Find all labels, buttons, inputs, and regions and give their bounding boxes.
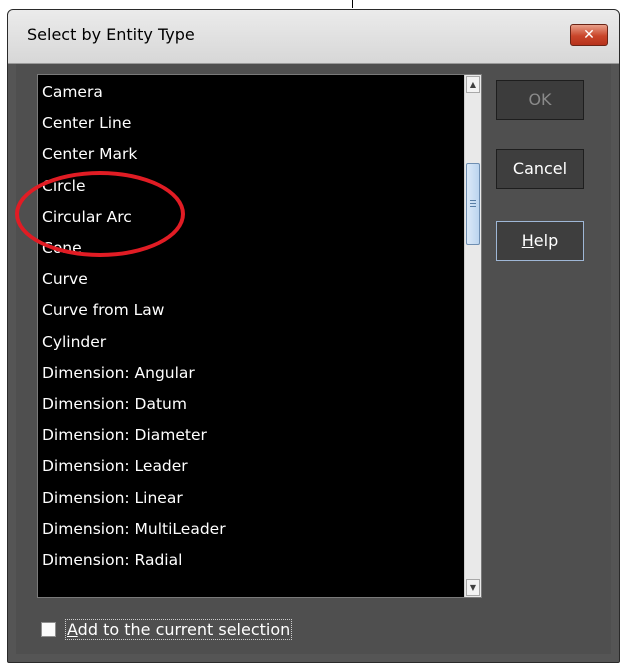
chevron-down-icon: ▼ <box>469 583 477 592</box>
help-label-rest: elp <box>533 231 559 250</box>
add-to-selection-label[interactable]: Add to the current selection <box>65 619 293 640</box>
help-button[interactable]: Help <box>496 221 584 261</box>
scrollbar-thumb[interactable] <box>466 163 480 245</box>
list-item[interactable]: Cylinder <box>42 327 106 357</box>
list-item[interactable]: Curve from Law <box>42 295 164 325</box>
entity-type-list[interactable]: Camera Center Line Center Mark Circle Circul… <box>37 74 482 598</box>
help-mnemonic: H <box>521 231 534 250</box>
list-item[interactable]: Dimension: Radial <box>42 545 182 575</box>
list-item[interactable]: Dimension: Diameter <box>42 420 207 450</box>
scroll-down-button[interactable]: ▼ <box>466 579 480 596</box>
thumb-grip-line <box>470 206 476 207</box>
list-item[interactable]: Circular Arc <box>42 202 132 232</box>
close-icon: ✕ <box>583 27 595 43</box>
list-item[interactable]: Dimension: Datum <box>42 389 187 419</box>
dialog-title: Select by Entity Type <box>27 25 195 44</box>
list-item[interactable]: Circle <box>42 171 86 201</box>
list-item[interactable]: Dimension: Angular <box>42 358 195 388</box>
list-item[interactable]: Cone <box>42 233 82 263</box>
dialog-body: Camera Center Line Center Mark Circle Circul… <box>16 64 611 654</box>
list-item[interactable]: Dimension: Linear <box>42 483 183 513</box>
chevron-up-icon: ▲ <box>469 80 477 89</box>
cancel-button[interactable]: Cancel <box>496 149 584 189</box>
close-button[interactable]: ✕ <box>570 24 608 46</box>
list-item[interactable]: Curve <box>42 264 88 294</box>
list-item[interactable]: Dimension: MultiLeader <box>42 514 226 544</box>
title-bar: Select by Entity Type ✕ <box>8 10 619 64</box>
background-line <box>352 0 353 8</box>
scroll-up-button[interactable]: ▲ <box>466 76 480 93</box>
add-to-selection-checkbox[interactable] <box>41 622 56 637</box>
label-mnemonic: A <box>67 620 78 639</box>
thumb-grip-line <box>470 203 476 204</box>
list-item[interactable]: Center Mark <box>42 139 137 169</box>
thumb-grip-line <box>470 200 476 201</box>
select-by-entity-type-dialog: Select by Entity Type ✕ Camera Center Lin… <box>7 9 620 663</box>
vertical-scrollbar[interactable]: ▲ ▼ <box>464 75 481 597</box>
list-item[interactable]: Camera <box>42 77 103 107</box>
list-item[interactable]: Dimension: Leader <box>42 451 188 481</box>
list-item[interactable]: Center Line <box>42 108 131 138</box>
ok-button[interactable]: OK <box>496 80 584 120</box>
label-rest: dd to the current selection <box>77 620 291 639</box>
